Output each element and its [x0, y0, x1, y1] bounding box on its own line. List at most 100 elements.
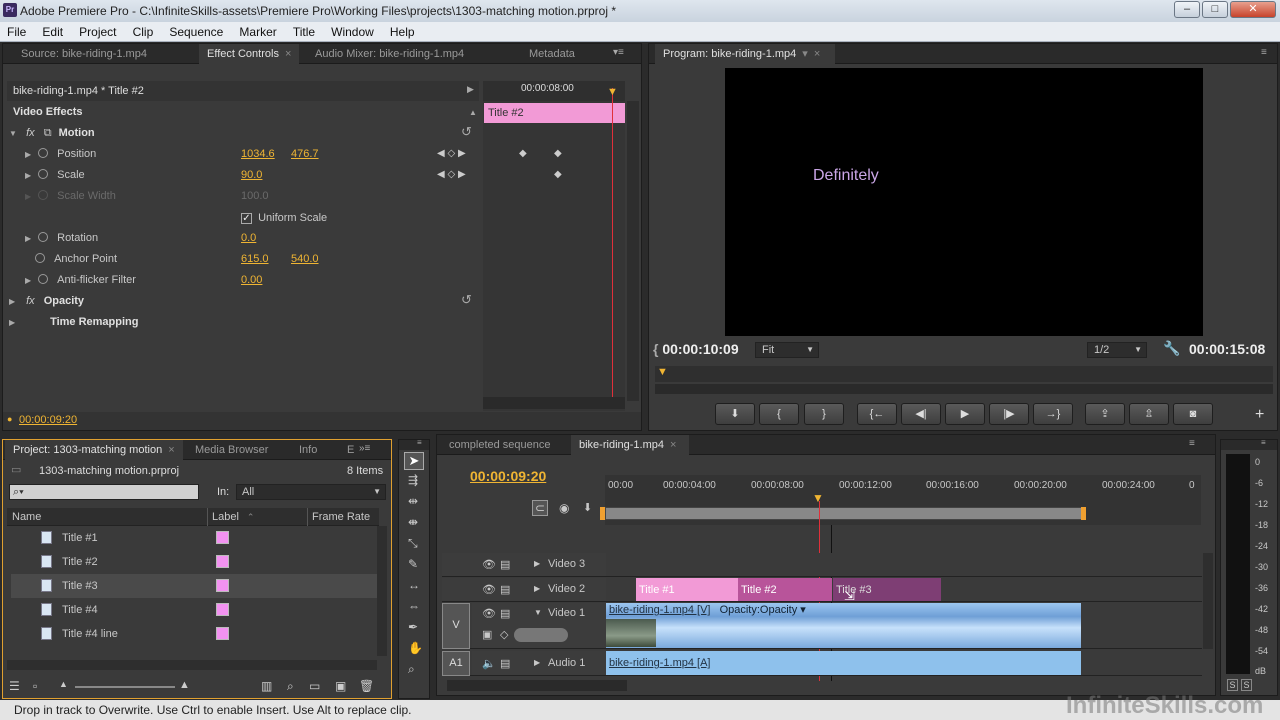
- work-area-end-handle[interactable]: [1081, 507, 1086, 520]
- tab-program[interactable]: Program: bike-riding-1.mp4 ▾ ×: [655, 44, 835, 64]
- zoom-slider[interactable]: [75, 686, 175, 688]
- tab-media-browser[interactable]: Media Browser: [187, 440, 287, 460]
- add-button-icon[interactable]: +: [1255, 406, 1264, 424]
- mark-in-button[interactable]: {: [759, 403, 799, 425]
- zoom-out-icon[interactable]: ▲: [59, 679, 68, 689]
- expand-track-icon[interactable]: ▶: [534, 658, 540, 667]
- mark-out-button[interactable]: }: [804, 403, 844, 425]
- uniform-scale-checkbox[interactable]: ✓: [241, 213, 252, 224]
- eye-icon[interactable]: 👁: [482, 607, 496, 620]
- clip-bike-riding-audio[interactable]: bike-riding-1.mp4 [A]: [606, 651, 1081, 675]
- slide-tool-icon[interactable]: ⇔: [408, 599, 420, 613]
- tab-bike-riding-sequence[interactable]: bike-riding-1.mp4 ×: [571, 435, 689, 455]
- keyframe-diamond-icon[interactable]: ◆: [554, 169, 562, 180]
- program-time-ruler[interactable]: [655, 366, 1273, 382]
- motion-transform-icon[interactable]: ⧉: [44, 127, 52, 139]
- fit-dropdown[interactable]: Fit ▼: [755, 342, 819, 358]
- menu-file[interactable]: File: [0, 22, 32, 39]
- tab-project[interactable]: Project: 1303-matching motion ×: [5, 440, 183, 460]
- set-encore-marker-icon[interactable]: ◉: [559, 501, 569, 515]
- minimize-button[interactable]: –: [1174, 1, 1200, 18]
- label-color-swatch[interactable]: [216, 627, 229, 640]
- new-item-icon[interactable]: ▣: [335, 679, 346, 693]
- stopwatch-icon[interactable]: [38, 232, 49, 242]
- opacity-row[interactable]: ▶ fx Opacity: [9, 291, 84, 312]
- list-item[interactable]: Title #4 line: [11, 622, 377, 646]
- tab-info[interactable]: Info: [291, 440, 331, 460]
- stopwatch-icon[interactable]: [38, 169, 49, 179]
- expand-triangle-icon[interactable]: ▶: [9, 291, 19, 312]
- label-color-swatch[interactable]: [216, 579, 229, 592]
- uniform-scale-row[interactable]: ✓ Uniform Scale: [241, 208, 327, 229]
- scale-value[interactable]: 90.0: [241, 169, 262, 181]
- menu-marker[interactable]: Marker: [232, 22, 282, 39]
- ripple-edit-tool-icon[interactable]: ⇹: [408, 494, 418, 508]
- add-marker-button[interactable]: ⬇: [715, 403, 755, 425]
- stopwatch-icon[interactable]: [38, 274, 49, 284]
- display-style-icon[interactable]: ▣: [482, 628, 492, 641]
- find-icon[interactable]: ⌕: [287, 679, 294, 694]
- add-marker-icon[interactable]: ⬇: [583, 501, 592, 514]
- step-back-button[interactable]: ◀|: [901, 403, 941, 425]
- zoom-scrollbar[interactable]: [655, 384, 1273, 394]
- rotation-value[interactable]: 0.0: [241, 232, 256, 244]
- panel-menu-icon[interactable]: »≡: [359, 443, 370, 454]
- expand-triangle-icon[interactable]: ▶: [25, 270, 35, 291]
- motion-row[interactable]: ▼ fx ⧉ Motion: [9, 123, 95, 144]
- label-color-swatch[interactable]: [216, 531, 229, 544]
- new-bin-icon[interactable]: ▭: [309, 679, 320, 693]
- panel-menu-icon[interactable]: ▾≡: [613, 47, 624, 58]
- close-tab-icon[interactable]: ×: [168, 444, 174, 456]
- column-frame-rate[interactable]: Frame Rate: [312, 511, 370, 523]
- snap-icon[interactable]: ⊂: [532, 500, 548, 516]
- expand-triangle-icon[interactable]: ▶: [9, 312, 19, 333]
- dropdown-icon[interactable]: ▾: [802, 48, 808, 60]
- expand-track-icon[interactable]: ▶: [534, 584, 540, 593]
- wrench-icon[interactable]: 🔧: [1163, 340, 1180, 357]
- go-to-in-button[interactable]: {←: [857, 403, 897, 425]
- expand-triangle-icon[interactable]: ▶: [25, 144, 35, 165]
- search-input[interactable]: ⌕▾: [9, 484, 199, 500]
- position-x-value[interactable]: 1034.6: [241, 148, 275, 160]
- timeline-v-scrollbar[interactable]: [1203, 553, 1213, 649]
- play-button[interactable]: ▶: [945, 403, 985, 425]
- menu-sequence[interactable]: Sequence: [162, 22, 229, 39]
- zoom-tool-icon[interactable]: ⌕: [408, 662, 415, 677]
- timeline-zoom-scrollbar[interactable]: [447, 680, 627, 691]
- list-item[interactable]: Title #1: [11, 526, 377, 550]
- expand-track-icon[interactable]: ▶: [534, 559, 540, 568]
- stopwatch-icon[interactable]: [35, 253, 45, 263]
- playhead-icon[interactable]: ▼: [607, 86, 618, 98]
- antiflicker-value[interactable]: 0.00: [241, 274, 262, 286]
- anchor-x-value[interactable]: 615.0: [241, 253, 269, 265]
- label-color-swatch[interactable]: [216, 555, 229, 568]
- eye-icon[interactable]: 👁: [482, 558, 496, 571]
- sync-lock-icon[interactable]: ▤: [500, 657, 510, 670]
- close-tab-icon[interactable]: ×: [670, 439, 676, 451]
- hand-tool-icon[interactable]: ✋: [408, 641, 423, 655]
- keyframe-diamond-icon[interactable]: ◆: [519, 148, 527, 159]
- menu-edit[interactable]: Edit: [35, 22, 69, 39]
- stopwatch-icon[interactable]: [38, 148, 49, 158]
- lift-button[interactable]: ⇪: [1085, 403, 1125, 425]
- list-view-icon[interactable]: ☰: [9, 679, 20, 693]
- play-only-icon[interactable]: ▶: [467, 84, 474, 95]
- panel-menu-icon[interactable]: ≡: [1261, 438, 1266, 447]
- clip-title1[interactable]: Title #1: [636, 578, 738, 601]
- solo-right-button[interactable]: S: [1241, 679, 1252, 691]
- close-tab-icon[interactable]: ×: [814, 48, 820, 60]
- anchor-y-value[interactable]: 540.0: [291, 253, 319, 265]
- expand-triangle-icon[interactable]: ▶: [25, 165, 35, 186]
- slip-tool-icon[interactable]: ↔: [408, 578, 420, 592]
- keyframe-toggle-icon[interactable]: ◇: [500, 628, 508, 641]
- resolution-dropdown[interactable]: 1/2 ▼: [1087, 342, 1147, 358]
- work-area-bar[interactable]: [605, 507, 1085, 520]
- trash-icon[interactable]: 🗑: [359, 679, 374, 693]
- menu-project[interactable]: Project: [72, 22, 122, 39]
- label-color-swatch[interactable]: [216, 603, 229, 616]
- program-video-frame[interactable]: Definitely: [725, 68, 1203, 336]
- extract-button[interactable]: ⇫: [1129, 403, 1169, 425]
- expand-triangle-icon[interactable]: ▼: [9, 123, 19, 144]
- menu-title[interactable]: Title: [286, 22, 321, 39]
- clip-bike-riding-video[interactable]: bike-riding-1.mp4 [V] Opacity:Opacity ▾: [606, 603, 1081, 648]
